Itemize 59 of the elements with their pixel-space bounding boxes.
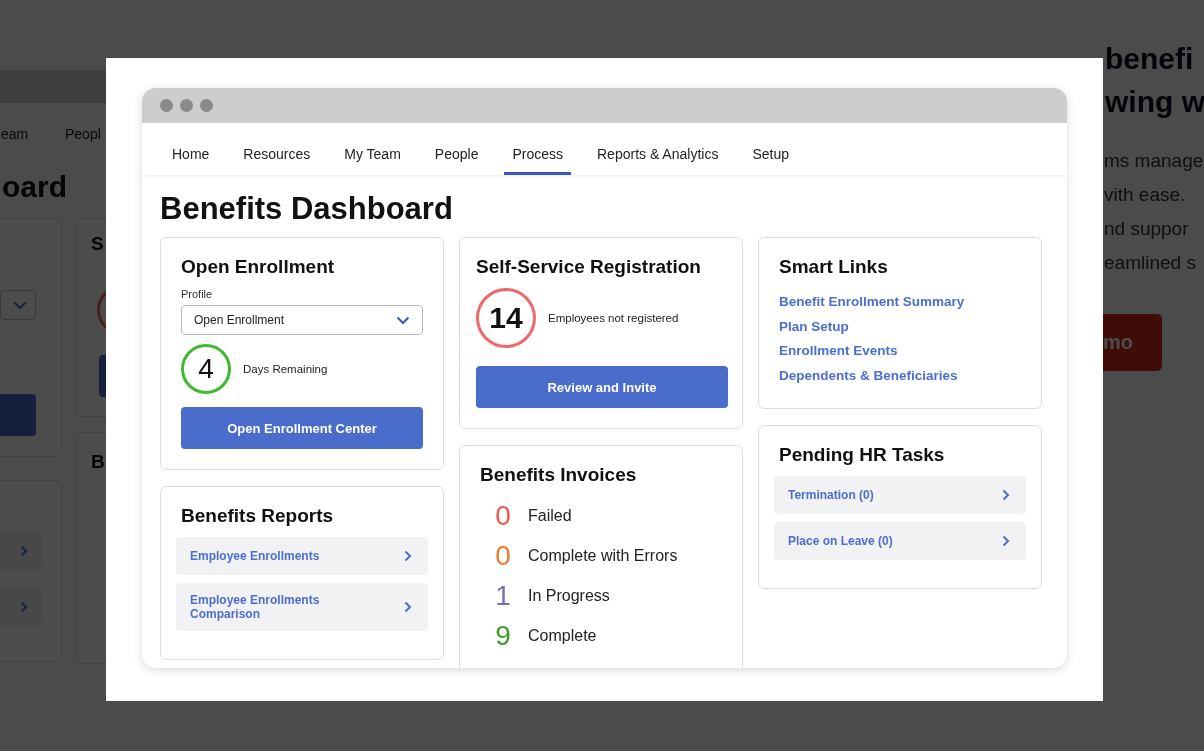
row-label: Place on Leave (0) [788,534,893,548]
card-title: S [91,233,104,255]
page-title: Benefits Dashboard [160,191,454,227]
counter-ring: 14 [476,288,536,348]
nav-tab[interactable]: Resources [235,146,319,175]
nav-tab[interactable]: Home [164,146,218,175]
hero-text: nd suppor [1104,218,1189,240]
counter-ring: 4 [181,344,231,394]
field-label: Profile [181,288,214,300]
status-label: In Progress [528,587,610,605]
card-title: Benefits Invoices [480,463,638,487]
list-row[interactable]: Employee Enrollments [176,537,428,575]
hero-text: vith ease. [1104,184,1186,206]
count: 0 [494,540,512,572]
list-row[interactable]: Place on Leave (0) [774,522,1026,560]
nav-tab[interactable]: Process [504,146,571,175]
list-row[interactable]: Employee Enrollments Comparison [176,583,428,631]
list-row[interactable]: Termination (0) [774,476,1026,514]
select-field[interactable]: Open Enrollment [181,305,423,335]
primary-button[interactable]: Open Enrollment Center [181,407,423,449]
card-title: Self-Service Registration [476,255,702,279]
nav-tab[interactable]: Setup [744,146,797,175]
counter-label: Days Remaining [243,363,328,375]
status-label: Complete with Errors [528,547,678,565]
window-dot-icon [160,99,173,112]
row-label: Employee Enrollments Comparison [190,593,321,621]
chevron-right-icon [404,550,412,562]
card-title: Smart Links [779,255,889,279]
link[interactable]: Plan Setup [779,314,1021,339]
row-label: Termination (0) [788,488,874,502]
select-value: Open Enrollment [194,313,285,327]
count: 9 [494,620,512,652]
nav-tab[interactable]: Reports & Analytics [589,146,727,175]
card-title: Open Enrollment [181,255,336,279]
link[interactable]: Enrollment Events [779,339,1021,364]
hero-text: eamlined s [1104,252,1196,274]
nav-tab[interactable]: People [426,146,487,175]
window-dot-icon [180,99,193,112]
count: 1 [494,580,512,612]
link[interactable]: Dependents & Beneficiaries [779,363,1021,388]
counter-label: Employees not registered [548,312,679,324]
card-title: Pending HR Tasks [779,443,946,467]
count: 0 [494,500,512,532]
chevron-right-icon [1002,489,1010,501]
primary-button[interactable]: Review and Invite [476,366,728,408]
link[interactable]: Benefit Enrollment Summary [779,290,1021,315]
window-dot-icon [200,99,213,112]
status-label: Failed [528,507,572,525]
page-title: oard [2,170,67,204]
row-label: Employee Enrollments [190,549,320,563]
status-label: Complete [528,627,597,645]
hero-heading: benefi [1105,42,1194,76]
card-title: B [91,451,105,473]
chevron-right-icon [404,601,412,613]
hero-text: ms manage [1104,150,1204,172]
card-title: Benefits Reports [181,504,335,528]
chevron-right-icon [1002,535,1010,547]
chevron-down-icon [396,315,410,325]
nav-tab[interactable]: My Team [336,146,409,175]
